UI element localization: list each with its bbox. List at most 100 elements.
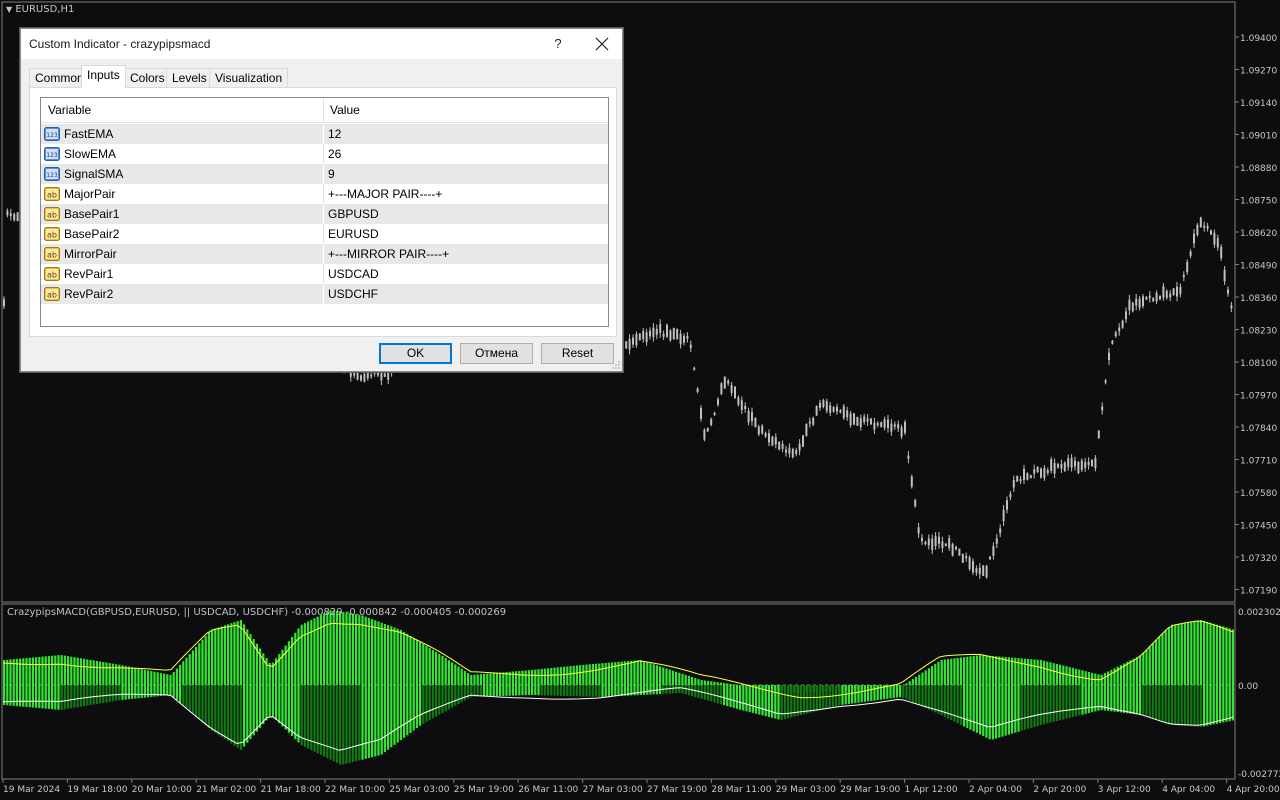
histogram-bar-down	[780, 685, 783, 720]
variable-value[interactable]: +---MIRROR PAIR----+	[328, 244, 449, 264]
histogram-bar-up	[22, 658, 25, 685]
candle-body	[727, 380, 730, 384]
input-row[interactable]: ab BasePair1 GBPUSD	[41, 204, 608, 224]
resize-grip-icon[interactable]	[611, 360, 621, 370]
variable-value[interactable]: EURUSD	[328, 224, 379, 244]
tab-inputs[interactable]: Inputs	[81, 65, 126, 88]
histogram-bar-up	[729, 683, 732, 685]
histogram-bar-down	[495, 685, 498, 697]
price-tick-label: 1.07450	[1240, 522, 1277, 532]
candle-body	[822, 400, 825, 407]
histogram-bar-down	[1158, 685, 1161, 722]
histogram-bar-down	[422, 685, 425, 724]
candle-body	[1040, 468, 1042, 478]
histogram-bar-up	[1103, 673, 1106, 685]
cell-divider	[323, 264, 324, 284]
tab-levels[interactable]: Levels	[166, 68, 213, 87]
candle-body	[1142, 296, 1144, 306]
histogram-bar-up	[1145, 649, 1148, 685]
cell-divider	[323, 244, 324, 264]
reset-button[interactable]: Reset	[541, 343, 614, 364]
variable-value[interactable]: 26	[328, 144, 341, 164]
help-button[interactable]: ?	[548, 33, 568, 55]
histogram-bar-down	[860, 685, 863, 703]
column-header-value[interactable]: Value	[323, 98, 360, 123]
histogram-bar-down	[127, 685, 130, 700]
variable-value[interactable]: 9	[328, 164, 335, 184]
histogram-bar-down	[1132, 685, 1135, 715]
close-button[interactable]	[587, 31, 617, 57]
input-row[interactable]: 123 FastEMA 12	[41, 124, 608, 144]
histogram-bar-up	[153, 671, 156, 685]
tab-visualization[interactable]: Visualization	[209, 68, 289, 87]
histogram-bar-up	[937, 661, 940, 685]
histogram-bar-down	[588, 685, 591, 697]
histogram-bar-up	[982, 655, 985, 685]
candle-body	[363, 373, 366, 382]
histogram-bar-down	[1091, 685, 1094, 713]
histogram-bar-down	[1036, 685, 1039, 727]
histogram-bar-up	[630, 660, 633, 685]
input-row[interactable]: ab RevPair2 USDCHF	[41, 284, 608, 304]
cell-divider	[323, 124, 324, 144]
candle-body	[720, 383, 723, 395]
histogram-bar-down	[188, 685, 191, 712]
histogram-bar-up	[662, 667, 665, 685]
histogram-bar-up	[444, 658, 447, 685]
histogram-bar-up	[428, 647, 431, 685]
variable-value[interactable]: USDCAD	[328, 264, 379, 284]
histogram-bar-up	[1206, 621, 1209, 685]
histogram-bar-down	[1231, 685, 1234, 721]
input-row[interactable]: 123 SlowEMA 26	[41, 144, 608, 164]
histogram-bar-down	[131, 685, 134, 699]
variable-value[interactable]: GBPUSD	[328, 204, 379, 224]
histogram-bar-down	[207, 685, 210, 729]
histogram-bar-down	[1135, 685, 1138, 715]
symbol-text: EURUSD,H1	[15, 4, 75, 15]
column-header-variable[interactable]: Variable	[41, 98, 91, 123]
candle-body	[377, 372, 379, 376]
candle-body	[696, 388, 699, 392]
histogram-bar-down	[611, 685, 614, 697]
histogram-bar-up	[655, 665, 658, 685]
candle-body	[1196, 224, 1199, 235]
histogram-bar-down	[1046, 685, 1049, 724]
histogram-bar-up	[1174, 624, 1177, 685]
collapse-triangle-icon[interactable]: ▼	[6, 5, 12, 14]
histogram-bar-up	[694, 678, 697, 685]
input-row[interactable]: ab BasePair2 EURUSD	[41, 224, 608, 244]
candle-body	[832, 407, 835, 412]
price-tick-label: 1.09140	[1240, 99, 1277, 109]
price-tick-label: 1.08750	[1240, 197, 1277, 207]
histogram-bar-down	[83, 685, 86, 707]
histogram-bar-down	[905, 685, 908, 700]
candle-body	[958, 548, 961, 556]
candle-body	[628, 339, 631, 350]
histogram-bar-down	[1062, 685, 1065, 720]
histogram-bar-down	[175, 685, 178, 701]
ok-button[interactable]: OK	[379, 343, 452, 364]
variable-value[interactable]: +---MAJOR PAIR----+	[328, 184, 442, 204]
variable-value[interactable]: USDCHF	[328, 284, 378, 304]
input-row[interactable]: ab MirrorPair +---MIRROR PAIR----+	[41, 244, 608, 264]
histogram-bar-up	[1139, 655, 1142, 685]
dialog-titlebar[interactable]: Custom Indicator - crazypipsmacd ?	[21, 29, 622, 59]
histogram-bar-up	[367, 617, 370, 685]
histogram-bar-up	[409, 635, 412, 685]
histogram-bar-up	[297, 628, 300, 685]
custom-indicator-dialog[interactable]: Custom Indicator - crazypipsmacd ? Commo…	[20, 28, 623, 372]
histogram-bar-down	[1049, 685, 1052, 723]
tab-colors[interactable]: Colors	[124, 68, 171, 87]
histogram-bar-down	[870, 685, 873, 701]
indicator-label: CrazypipsMACD(GBPUSD,EURUSD, || USDCAD, …	[7, 607, 507, 618]
histogram-bar-down	[95, 685, 98, 705]
input-row[interactable]: ab MajorPair +---MAJOR PAIR----+	[41, 184, 608, 204]
inputs-grid[interactable]: Variable Value 123 FastEMA 12 123 SlowEMA 26 1…	[40, 97, 609, 327]
input-row[interactable]: ab RevPair1 USDCAD	[41, 264, 608, 284]
candle-body	[1094, 458, 1097, 469]
cancel-button[interactable]: Отмена	[460, 343, 533, 364]
histogram-bar-down	[35, 685, 38, 708]
histogram-bar-down	[1059, 685, 1062, 721]
input-row[interactable]: 123 SignalSMA 9	[41, 164, 608, 184]
variable-value[interactable]: 12	[328, 124, 341, 144]
